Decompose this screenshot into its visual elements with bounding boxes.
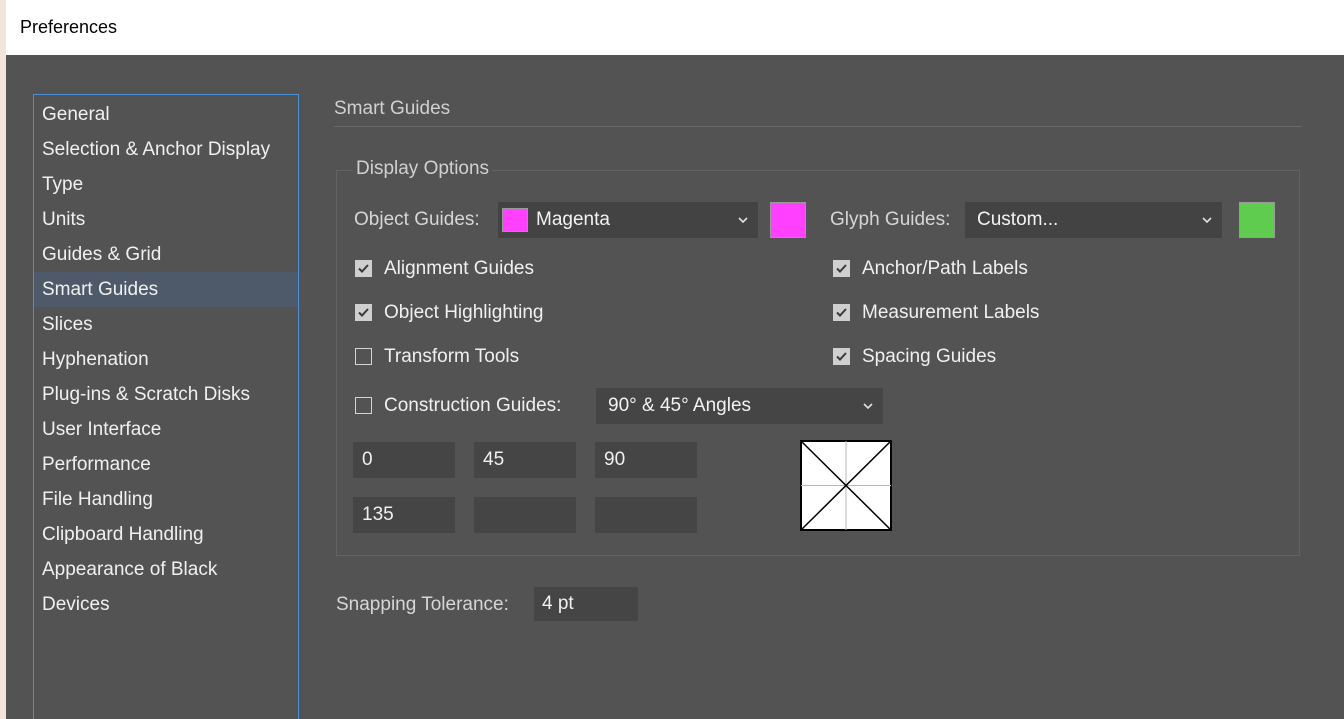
glyph-guides-value: Custom... bbox=[977, 209, 1059, 230]
section-title: Smart Guides bbox=[334, 98, 451, 119]
sidebar-item-file-handling[interactable]: File Handling bbox=[34, 482, 298, 517]
chevron-down-icon bbox=[738, 217, 748, 224]
sidebar-item-user-interface[interactable]: User Interface bbox=[34, 412, 298, 447]
sidebar-item-slices[interactable]: Slices bbox=[34, 307, 298, 342]
angle-input-5[interactable] bbox=[474, 497, 576, 533]
display-options-label: Display Options bbox=[352, 158, 494, 180]
construction-guides-value: 90° & 45° Angles bbox=[608, 395, 752, 416]
alignment-guides-label: Alignment Guides bbox=[384, 258, 534, 279]
angle-input-1[interactable] bbox=[353, 442, 455, 478]
checkmark-icon bbox=[833, 260, 850, 277]
spacing-guides-label: Spacing Guides bbox=[862, 346, 997, 367]
object-guides-color-chip bbox=[502, 208, 528, 232]
angle-input-4[interactable] bbox=[353, 497, 455, 533]
sidebar-item-smart-guides[interactable]: Smart Guides bbox=[34, 272, 298, 307]
sidebar-item-units[interactable]: Units bbox=[34, 202, 298, 237]
angle-input-2[interactable] bbox=[474, 442, 576, 478]
sidebar-item-performance[interactable]: Performance bbox=[34, 447, 298, 482]
window-title: Preferences bbox=[20, 17, 118, 37]
anchor-path-labels-label: Anchor/Path Labels bbox=[862, 258, 1028, 279]
preferences-category-list[interactable]: General Selection & Anchor Display Type … bbox=[33, 94, 299, 719]
snapping-tolerance-input[interactable] bbox=[534, 587, 638, 621]
object-highlighting-label: Object Highlighting bbox=[384, 302, 544, 323]
sidebar-item-hyphenation[interactable]: Hyphenation bbox=[34, 342, 298, 377]
sidebar-item-clipboard-handling[interactable]: Clipboard Handling bbox=[34, 517, 298, 552]
measurement-labels-label: Measurement Labels bbox=[862, 302, 1040, 323]
checkmark-icon bbox=[833, 348, 850, 365]
object-guides-color-swatch[interactable] bbox=[770, 202, 806, 238]
sidebar-item-devices[interactable]: Devices bbox=[34, 587, 298, 622]
angle-input-3[interactable] bbox=[595, 442, 697, 478]
glyph-guides-label: Glyph Guides: bbox=[830, 209, 951, 230]
angle-input-6[interactable] bbox=[595, 497, 697, 533]
checkmark-icon bbox=[355, 304, 372, 321]
glyph-guides-color-swatch[interactable] bbox=[1239, 202, 1275, 238]
sidebar-item-appearance-of-black[interactable]: Appearance of Black bbox=[34, 552, 298, 587]
sidebar-item-type[interactable]: Type bbox=[34, 167, 298, 202]
glyph-guides-dropdown[interactable]: Custom... bbox=[965, 202, 1222, 238]
construction-guides-label: Construction Guides: bbox=[384, 395, 562, 416]
construction-guides-dropdown[interactable]: 90° & 45° Angles bbox=[596, 388, 883, 424]
object-guides-dropdown[interactable]: Magenta bbox=[498, 202, 758, 238]
construction-angles-preview-icon bbox=[800, 440, 892, 531]
preferences-window: Preferences General Selection & Anchor D… bbox=[6, 0, 1344, 719]
checkmark-icon bbox=[833, 304, 850, 321]
object-guides-label: Object Guides: bbox=[354, 209, 480, 230]
snapping-tolerance-label: Snapping Tolerance: bbox=[336, 594, 509, 615]
sidebar-item-selection-anchor-display[interactable]: Selection & Anchor Display bbox=[34, 132, 298, 167]
title-bar: Preferences bbox=[6, 0, 1344, 55]
chevron-down-icon bbox=[863, 403, 873, 410]
chevron-down-icon bbox=[1202, 217, 1212, 224]
transform-tools-label: Transform Tools bbox=[384, 346, 520, 367]
checkbox-empty-icon bbox=[355, 348, 372, 365]
sidebar-item-general[interactable]: General bbox=[34, 97, 298, 132]
object-guides-value: Magenta bbox=[536, 209, 610, 230]
checkmark-icon bbox=[355, 260, 372, 277]
sidebar-item-plugins-scratch-disks[interactable]: Plug-ins & Scratch Disks bbox=[34, 377, 298, 412]
sidebar-item-guides-grid[interactable]: Guides & Grid bbox=[34, 237, 298, 272]
section-divider bbox=[334, 126, 1302, 127]
checkbox-empty-icon bbox=[355, 397, 372, 414]
